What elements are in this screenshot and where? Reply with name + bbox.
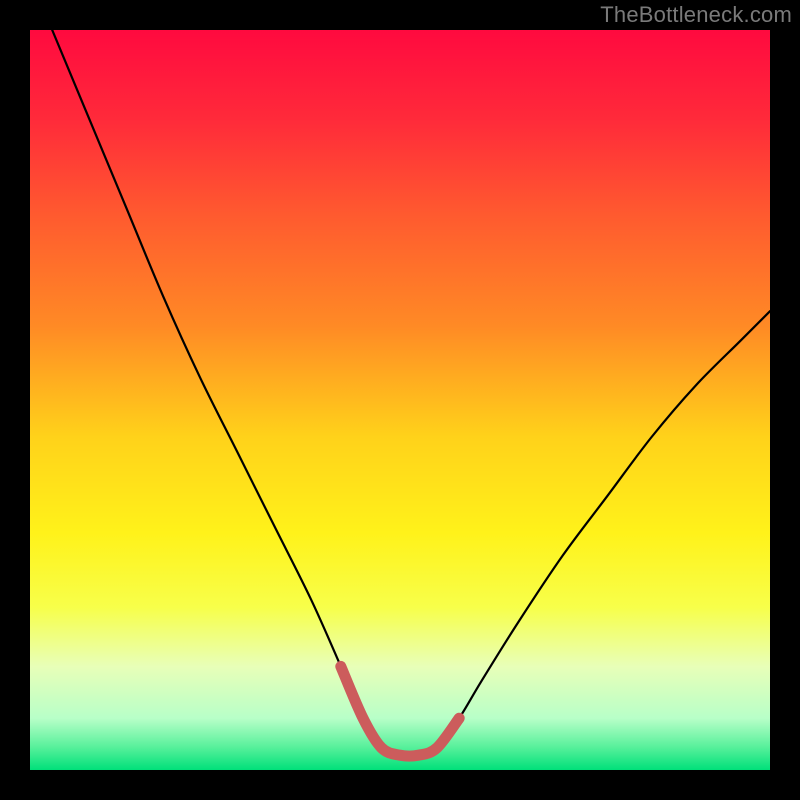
- chart-svg: [30, 30, 770, 770]
- plot-area: [30, 30, 770, 770]
- chart-frame: TheBottleneck.com: [0, 0, 800, 800]
- watermark-label: TheBottleneck.com: [600, 2, 792, 28]
- gradient-background: [30, 30, 770, 770]
